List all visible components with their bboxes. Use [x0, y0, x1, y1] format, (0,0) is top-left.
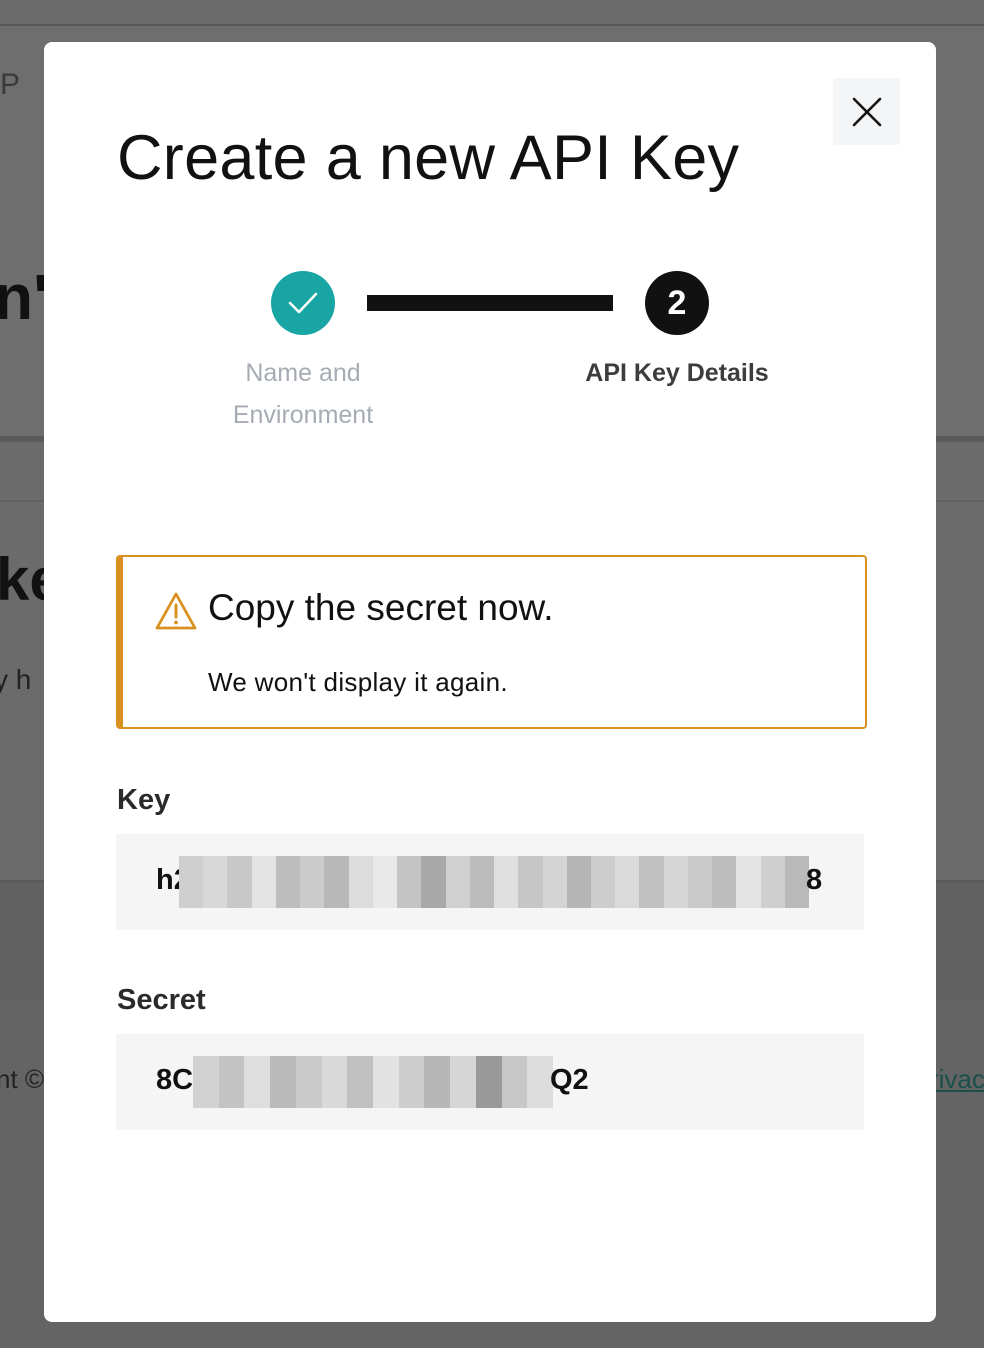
key-redaction — [179, 856, 810, 908]
secret-redaction — [193, 1056, 554, 1108]
background-header-fragment: P — [0, 68, 21, 101]
step-2-indicator: 2 — [645, 271, 709, 335]
warning-triangle-icon — [155, 592, 197, 630]
check-icon — [288, 292, 318, 314]
key-label: Key — [117, 784, 171, 816]
step-1-label: Name and Environment — [193, 352, 413, 436]
warning-title: Copy the secret now. — [208, 587, 554, 628]
step-2-label: API Key Details — [585, 359, 769, 387]
step-1-indicator — [271, 271, 335, 335]
secret-value-prefix: 8C — [156, 1064, 194, 1096]
warning-alert: Copy the secret now. We won't display it… — [116, 555, 867, 729]
warning-message: We won't display it again. — [208, 667, 508, 697]
background-heading-fragment: n' — [0, 261, 49, 333]
step-connector — [367, 295, 613, 311]
close-icon — [852, 97, 881, 126]
background-text-fragment: y h — [0, 664, 32, 695]
background-privacy-link: rivac — [930, 1064, 984, 1094]
step-1-label-text: Name and Environment — [232, 359, 374, 429]
secret-value-suffix: Q2 — [550, 1064, 589, 1096]
key-value-field[interactable]: h2 8 — [116, 834, 864, 930]
modal-title: Create a new API Key — [117, 123, 740, 193]
key-value-suffix: 8 — [806, 864, 823, 896]
background-copyright-fragment: nt © — [0, 1064, 45, 1094]
create-api-key-modal: Create a new API Key 2 Name and Environm… — [44, 42, 936, 1322]
secret-value-field[interactable]: 8C Q2 — [116, 1034, 864, 1130]
close-button[interactable] — [833, 78, 900, 145]
secret-label: Secret — [117, 984, 206, 1016]
